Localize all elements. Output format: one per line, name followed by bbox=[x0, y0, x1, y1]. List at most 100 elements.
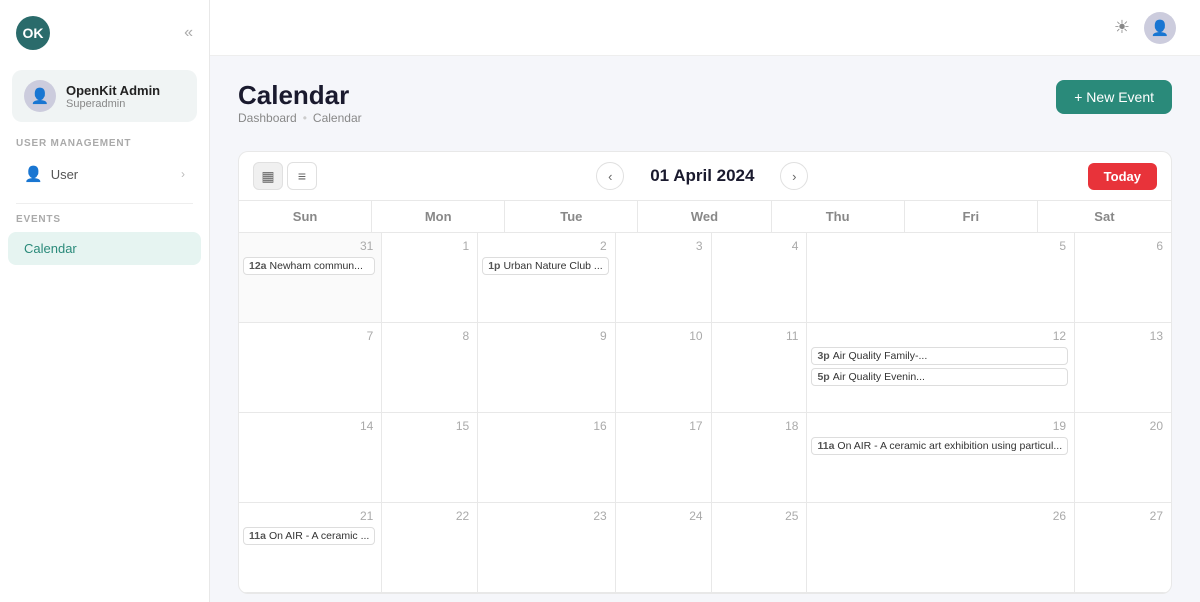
calendar-cell[interactable]: 6 bbox=[1075, 233, 1171, 323]
day-header-mon: Mon bbox=[372, 201, 505, 232]
calendar-cell[interactable]: 26 bbox=[807, 503, 1075, 593]
calendar-cell[interactable]: 20 bbox=[1075, 413, 1171, 503]
prev-month-button[interactable]: ‹ bbox=[596, 162, 624, 190]
calendar-event[interactable]: 11aOn AIR - A ceramic art exhibition usi… bbox=[811, 437, 1068, 455]
calendar-cell[interactable]: 9 bbox=[478, 323, 615, 413]
cell-date: 4 bbox=[716, 239, 801, 253]
calendar-cell[interactable]: 21 11aOn AIR - A ceramic ... bbox=[239, 503, 382, 593]
calendar-cell[interactable]: 23 bbox=[478, 503, 615, 593]
sidebar-item-calendar-label: Calendar bbox=[24, 241, 77, 256]
calendar-cell[interactable]: 13 bbox=[1075, 323, 1171, 413]
cell-date: 19 bbox=[811, 419, 1068, 433]
cell-date: 18 bbox=[716, 419, 801, 433]
calendar-controls: ▦ ≡ ‹ 01 April 2024 › Today bbox=[238, 151, 1172, 200]
today-button[interactable]: Today bbox=[1088, 163, 1157, 190]
calendar-grid: Sun Mon Tue Wed Thu Fri Sat 3112aNewham … bbox=[238, 200, 1172, 594]
calendar-cell[interactable]: 27 bbox=[1075, 503, 1171, 593]
sidebar-item-calendar[interactable]: Calendar bbox=[8, 232, 201, 265]
cell-date: 31 bbox=[243, 239, 375, 253]
collapse-button[interactable]: « bbox=[184, 24, 193, 42]
calendar-cell[interactable]: 25 bbox=[712, 503, 808, 593]
cell-date: 22 bbox=[386, 509, 471, 523]
calendar-cell[interactable]: 31 12aNewham commun... bbox=[239, 233, 382, 323]
next-month-button[interactable]: › bbox=[780, 162, 808, 190]
cell-date: 3 bbox=[620, 239, 705, 253]
cell-date: 20 bbox=[1079, 419, 1165, 433]
cell-date: 16 bbox=[482, 419, 608, 433]
theme-toggle-icon[interactable]: ☀ bbox=[1114, 17, 1130, 38]
cell-date: 26 bbox=[811, 509, 1068, 523]
event-time: 11a bbox=[249, 530, 266, 542]
user-card: 👤 OpenKit Admin Superadmin bbox=[12, 70, 197, 122]
month-label: 01 April 2024 bbox=[632, 166, 772, 186]
event-title: Air Quality Evenin... bbox=[833, 371, 925, 383]
page-header: Calendar Dashboard • Calendar + New Even… bbox=[238, 80, 1172, 143]
breadcrumb-home[interactable]: Dashboard bbox=[238, 111, 297, 125]
new-event-button[interactable]: + New Event bbox=[1056, 80, 1172, 114]
cell-date: 27 bbox=[1079, 509, 1165, 523]
calendar-cell[interactable]: 2 1pUrban Nature Club ... bbox=[478, 233, 615, 323]
cell-date: 12 bbox=[811, 329, 1068, 343]
cell-date: 8 bbox=[386, 329, 471, 343]
calendar-event[interactable]: 1pUrban Nature Club ... bbox=[482, 257, 608, 275]
section-label-user-management: USER MANAGEMENT bbox=[0, 138, 209, 155]
day-header-sat: Sat bbox=[1038, 201, 1171, 232]
calendar-cell[interactable]: 7 bbox=[239, 323, 382, 413]
event-title: On AIR - A ceramic art exhibition using … bbox=[837, 440, 1062, 452]
cell-date: 5 bbox=[811, 239, 1068, 253]
cell-date: 24 bbox=[620, 509, 705, 523]
cell-date: 6 bbox=[1079, 239, 1165, 253]
calendar-cell[interactable]: 3 bbox=[616, 233, 712, 323]
calendar-event[interactable]: 11aOn AIR - A ceramic ... bbox=[243, 527, 375, 545]
avatar: 👤 bbox=[24, 80, 56, 112]
section-label-events: EVENTS bbox=[0, 214, 209, 231]
calendar-event[interactable]: 5pAir Quality Evenin... bbox=[811, 368, 1068, 386]
calendar-cell[interactable]: 24 bbox=[616, 503, 712, 593]
cell-date: 2 bbox=[482, 239, 608, 253]
cell-date: 21 bbox=[243, 509, 375, 523]
cell-date: 17 bbox=[620, 419, 705, 433]
calendar-cell[interactable]: 15 bbox=[382, 413, 478, 503]
calendar-cell[interactable]: 17 bbox=[616, 413, 712, 503]
day-header-tue: Tue bbox=[505, 201, 638, 232]
calendar-cell[interactable]: 4 bbox=[712, 233, 808, 323]
sidebar-item-user[interactable]: 👤 User › bbox=[8, 156, 201, 192]
sidebar-header: OK « bbox=[0, 0, 209, 62]
breadcrumb-separator: • bbox=[303, 111, 307, 125]
cell-date: 15 bbox=[386, 419, 471, 433]
calendar-event[interactable]: 3pAir Quality Family-... bbox=[811, 347, 1068, 365]
calendar-cell[interactable]: 11 bbox=[712, 323, 808, 413]
day-header-sun: Sun bbox=[239, 201, 372, 232]
calendar-cell[interactable]: 14 bbox=[239, 413, 382, 503]
calendar-event[interactable]: 12aNewham commun... bbox=[243, 257, 375, 275]
calendar-cell[interactable]: 5 bbox=[807, 233, 1075, 323]
sidebar: OK « 👤 OpenKit Admin Superadmin USER MAN… bbox=[0, 0, 210, 602]
cell-date: 11 bbox=[716, 329, 801, 343]
calendar-cell[interactable]: 22 bbox=[382, 503, 478, 593]
breadcrumb: Dashboard • Calendar bbox=[238, 111, 362, 125]
calendar-cell[interactable]: 18 bbox=[712, 413, 808, 503]
page-title: Calendar bbox=[238, 80, 362, 111]
day-header-fri: Fri bbox=[905, 201, 1038, 232]
calendar-cell[interactable]: 1 bbox=[382, 233, 478, 323]
calendar-cell[interactable]: 8 bbox=[382, 323, 478, 413]
calendar-cell[interactable]: 19 11aOn AIR - A ceramic art exhibition u… bbox=[807, 413, 1075, 503]
calendar-cell[interactable]: 10 bbox=[616, 323, 712, 413]
user-role: Superadmin bbox=[66, 98, 160, 110]
list-view-button[interactable]: ≡ bbox=[287, 162, 317, 190]
event-title: Newham commun... bbox=[270, 260, 363, 272]
calendar-cell[interactable]: 16 bbox=[478, 413, 615, 503]
sidebar-divider bbox=[16, 203, 193, 204]
event-time: 1p bbox=[488, 260, 500, 272]
user-avatar[interactable]: 👤 bbox=[1144, 12, 1176, 44]
view-toggle: ▦ ≡ bbox=[253, 162, 317, 190]
calendar-header: Sun Mon Tue Wed Thu Fri Sat bbox=[239, 201, 1171, 233]
calendar-cell[interactable]: 12 3pAir Quality Family-... 5pAir Quality … bbox=[807, 323, 1075, 413]
cell-date: 10 bbox=[620, 329, 705, 343]
day-header-wed: Wed bbox=[638, 201, 771, 232]
grid-view-button[interactable]: ▦ bbox=[253, 162, 283, 190]
cell-date: 14 bbox=[243, 419, 375, 433]
user-icon: 👤 bbox=[24, 165, 43, 183]
calendar-body: 3112aNewham commun...121pUrban Nature Cl… bbox=[239, 233, 1171, 593]
cell-date: 25 bbox=[716, 509, 801, 523]
